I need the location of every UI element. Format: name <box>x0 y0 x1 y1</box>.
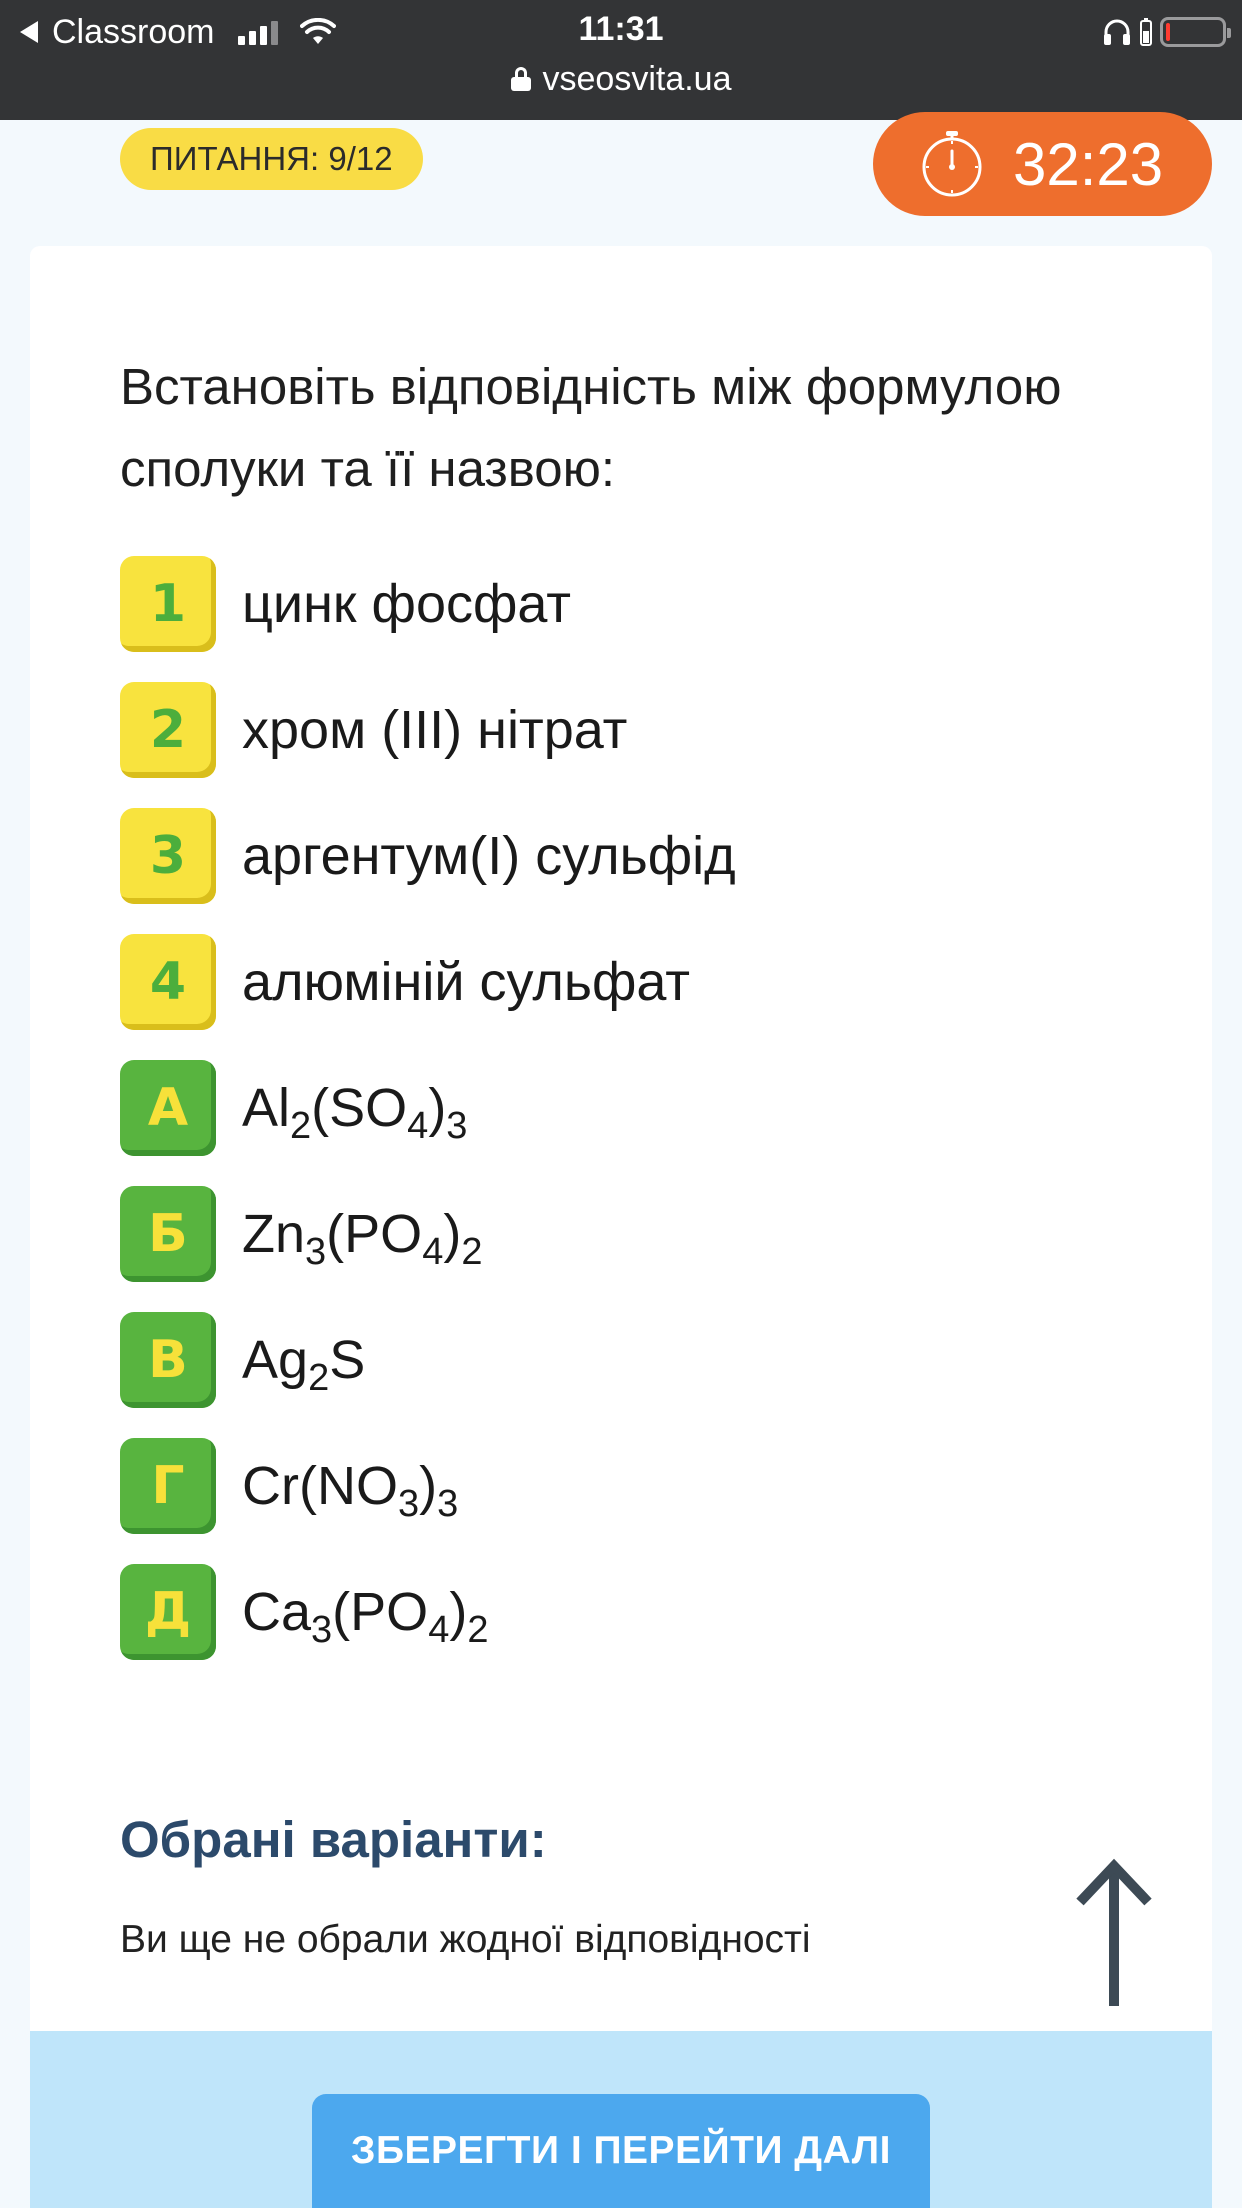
timer-value: 32:23 <box>1013 130 1164 198</box>
browser-top-bar: Classroom 11:31 vseosvita.ua <box>0 0 1242 120</box>
option-key-badge: 2 <box>120 682 216 778</box>
option-2: 2 хром (ІІІ) нітрат <box>120 682 1120 778</box>
question-text: Встановіть відповідність між формулою сп… <box>120 358 1062 497</box>
stopwatch-icon <box>922 131 982 197</box>
option-text: аргентум(І) сульфід <box>242 826 736 886</box>
option-key-badge: Б <box>120 1186 216 1282</box>
status-time: 11:31 <box>578 10 664 48</box>
chosen-title: Обрані варіанти: <box>120 1811 547 1868</box>
chosen-empty-text: Ви ще не обрали жодної відповідності <box>120 1918 811 1961</box>
lock-icon <box>510 67 531 91</box>
question-counter-badge: ПИТАННЯ: 9/12 <box>120 128 423 190</box>
option-a: А Al2(SO4)3 <box>120 1060 1120 1156</box>
formula-text: Ca3(PO4)2 <box>242 1582 489 1651</box>
option-v: В Ag2S <box>120 1312 1120 1408</box>
option-key-badge: Д <box>120 1564 216 1660</box>
option-text: хром (ІІІ) нітрат <box>242 700 628 760</box>
question-card: Встановіть відповідність між формулою сп… <box>30 246 1212 2208</box>
formula-text: Cr(NO3)3 <box>242 1456 459 1525</box>
option-key-badge: В <box>120 1312 216 1408</box>
status-right <box>1102 12 1231 52</box>
up-arrow-icon[interactable] <box>1074 1858 1154 2008</box>
option-h: Г Cr(NO3)3 <box>120 1438 1120 1534</box>
option-key-badge: 1 <box>120 556 216 652</box>
option-d: Д Ca3(PO4)2 <box>120 1564 1120 1660</box>
url-text[interactable]: vseosvita.ua <box>543 60 732 99</box>
option-text: цинк фосфат <box>242 574 572 634</box>
formula-text: Al2(SO4)3 <box>242 1078 468 1147</box>
formula-text: Ag2S <box>242 1330 366 1399</box>
charging-icon <box>1140 18 1152 46</box>
url-bar[interactable]: vseosvita.ua <box>0 58 1242 100</box>
formula-text: Zn3(PO4)2 <box>242 1204 483 1273</box>
option-text: алюміній сульфат <box>242 952 691 1012</box>
footer-bar: ЗБЕРЕГТИ І ПЕРЕЙТИ ДАЛІ <box>30 2031 1212 2208</box>
headphones-icon <box>1104 19 1130 45</box>
battery-icon <box>1160 17 1231 47</box>
option-4: 4 алюміній сульфат <box>120 934 1120 1030</box>
option-key-badge: А <box>120 1060 216 1156</box>
option-key-badge: 4 <box>120 934 216 1030</box>
option-key-badge: 3 <box>120 808 216 904</box>
save-and-next-button[interactable]: ЗБЕРЕГТИ І ПЕРЕЙТИ ДАЛІ <box>312 2094 930 2208</box>
option-key-badge: Г <box>120 1438 216 1534</box>
option-3: 3 аргентум(І) сульфід <box>120 808 1120 904</box>
option-1: 1 цинк фосфат <box>120 556 1120 652</box>
timer-badge: 32:23 <box>873 112 1212 216</box>
option-b: Б Zn3(PO4)2 <box>120 1186 1120 1282</box>
